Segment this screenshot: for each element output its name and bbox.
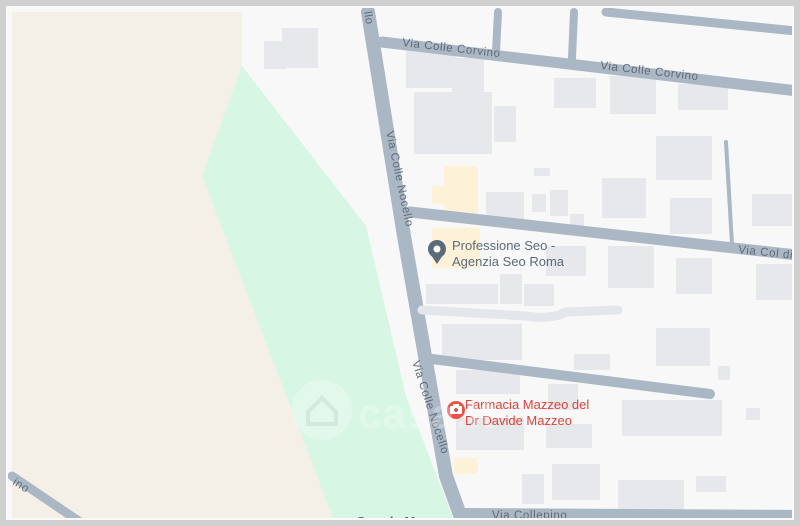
- watermark-text: casa.it: [358, 390, 496, 437]
- casa-watermark: casa.it: [288, 376, 538, 446]
- map-frame: Via Colle Corvino Via Colle Corvino Via …: [0, 0, 800, 526]
- poi-line: Professione Seo -: [452, 238, 556, 253]
- map-canvas[interactable]: Via Colle Corvino Via Colle Corvino Via …: [6, 6, 800, 526]
- service-road: [417, 305, 623, 322]
- street-label-top: llo: [361, 10, 375, 25]
- google-attribution: Google Maps: [356, 514, 438, 526]
- poi-line: Agenzia Seo Roma: [452, 254, 565, 269]
- poi-label-professione-seo[interactable]: Professione Seo - Agenzia Seo Roma: [452, 238, 564, 270]
- house-logo-icon: [292, 380, 352, 440]
- street-label-via-collepino: Via Collepino: [492, 510, 567, 522]
- street-label-via-col-di-t: Via Col di T: [738, 244, 800, 263]
